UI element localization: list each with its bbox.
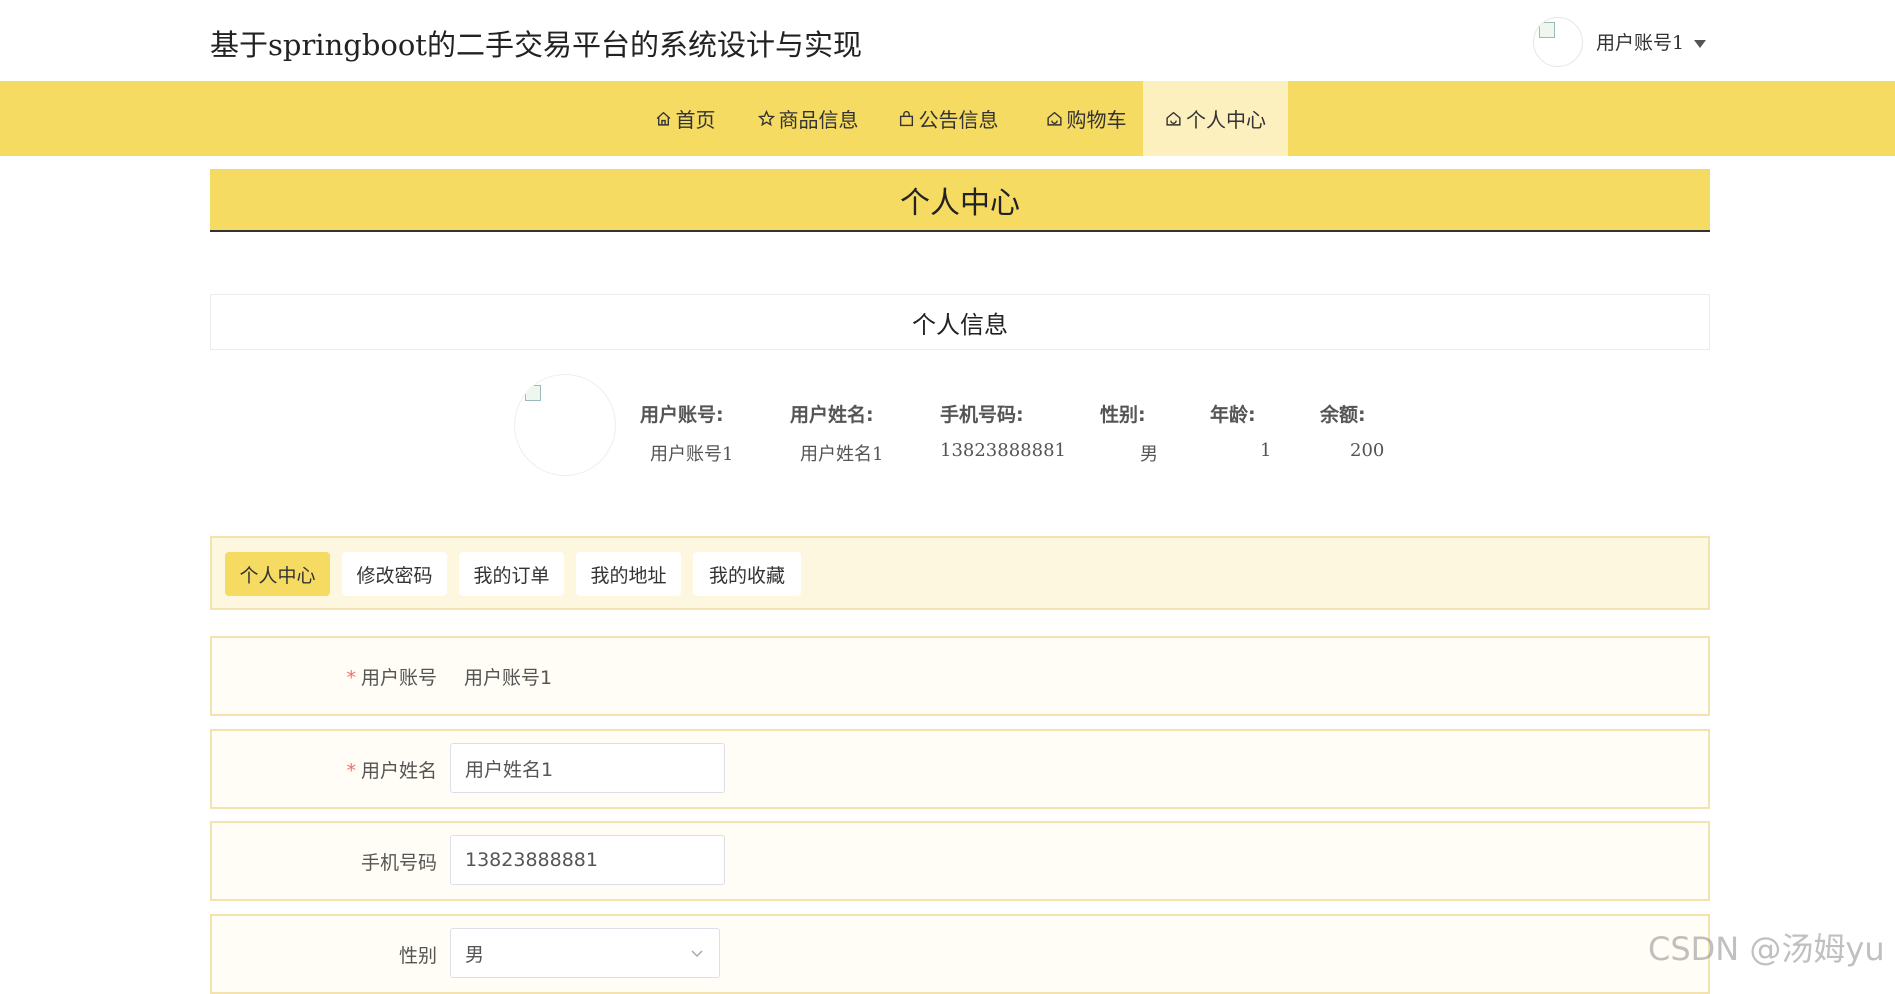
form-label-phone: 手机号码 [360,852,437,874]
caret-down-icon [1694,40,1707,48]
form-label-gender: 性别 [398,945,437,967]
form-label-account: * 用户账号 [346,667,437,689]
info-label-balance: 余额: [1320,404,1366,426]
tab-personal-center[interactable]: 个人中心 [225,552,330,596]
tab-my-favorites[interactable]: 我的收藏 [693,552,801,596]
info-label-account: 用户账号: [640,404,724,426]
tab-my-address[interactable]: 我的地址 [576,552,681,596]
nav-item-home[interactable]: 首页 [646,81,724,156]
bag-icon [899,110,913,127]
form-label-name: * 用户姓名 [346,760,437,782]
info-value-name: 用户姓名1 [800,444,884,465]
info-value-phone: 13823888881 [940,440,1066,461]
info-value-balance: 200 [1350,440,1385,461]
required-asterisk: * [346,667,356,689]
tab-my-orders[interactable]: 我的订单 [459,552,564,596]
nav-item-label: 公告信息 [918,108,999,132]
site-title: 基于springboot的二手交易平台的系统设计与实现 [210,28,862,62]
nav-item-products[interactable]: 商品信息 [750,81,866,156]
info-value-account: 用户账号1 [650,444,734,465]
nav-item-label: 首页 [675,108,716,132]
required-asterisk: * [346,760,356,782]
tab-change-password[interactable]: 修改密码 [342,552,447,596]
info-label-phone: 手机号码: [940,404,1024,426]
info-value-gender: 男 [1140,444,1158,465]
name-input[interactable] [450,743,725,793]
nav-item-label: 购物车 [1066,108,1127,132]
broken-image-icon [1539,22,1555,38]
gender-select[interactable]: 男 [450,928,720,978]
home-icon [1166,111,1181,126]
info-value-age: 1 [1260,440,1272,461]
page-title: 个人中心 [210,169,1710,232]
watermark: CSDN @汤姆yu [1648,930,1885,968]
personal-info-heading: 个人信息 [210,294,1710,350]
info-label-name: 用户姓名: [790,404,874,426]
user-menu-label: 用户账号1 [1596,32,1685,54]
nav-item-cart[interactable]: 购物车 [1036,81,1136,156]
home-icon [656,111,670,126]
star-icon [757,110,775,127]
info-label-age: 年龄: [1210,404,1256,426]
info-label-gender: 性别: [1100,404,1146,426]
profile-avatar [514,374,616,476]
account-value: 用户账号1 [464,667,553,689]
gender-select-value: 男 [465,943,485,966]
nav-item-label: 商品信息 [778,108,859,132]
user-menu-dropdown[interactable]: 用户账号1 [1596,28,1707,55]
chevron-down-icon [691,950,703,958]
broken-image-icon [525,385,541,401]
nav-item-label: 个人中心 [1186,108,1266,132]
nav-item-personal-center[interactable]: 个人中心 [1143,81,1288,156]
nav-item-announcements[interactable]: 公告信息 [890,81,1006,156]
phone-input[interactable] [450,835,725,885]
user-avatar[interactable] [1533,17,1583,67]
cart-icon [1046,111,1062,126]
